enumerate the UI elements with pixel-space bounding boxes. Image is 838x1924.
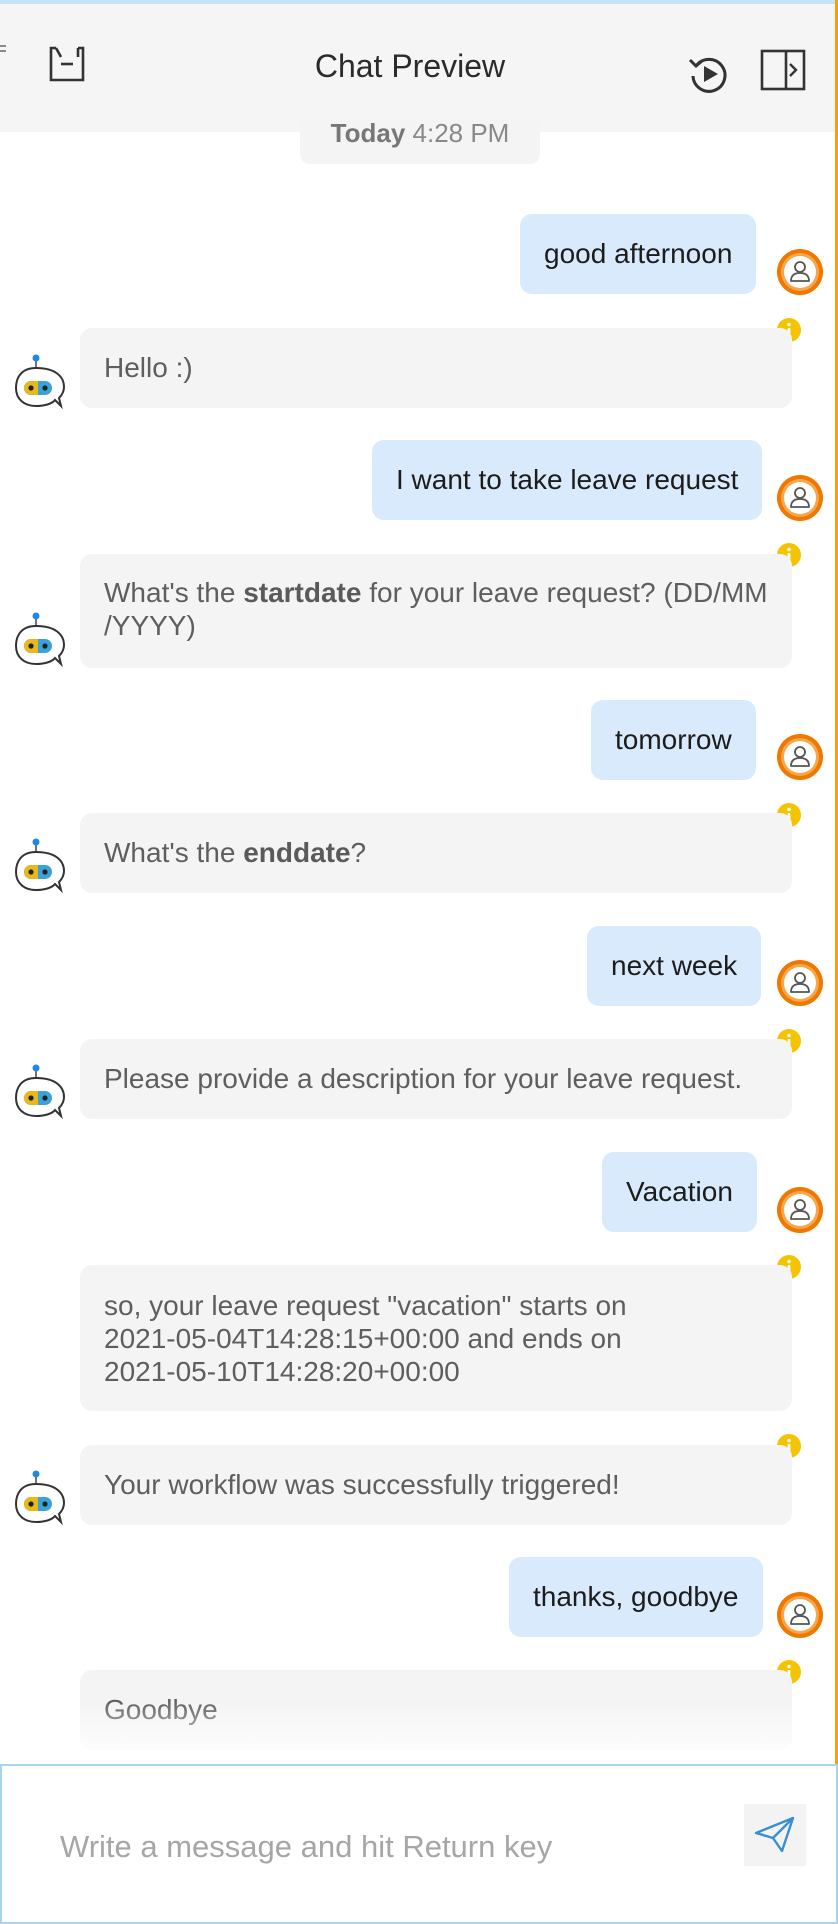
bot-avatar-icon — [14, 610, 66, 674]
message-text: What's the — [104, 837, 244, 868]
message-bold-text: enddate — [243, 837, 351, 868]
bot-avatar-icon — [14, 1468, 66, 1532]
send-icon — [754, 1816, 795, 1853]
user-message: I want to take leave request — [372, 440, 763, 520]
bot-message: What's the startdate for your leave requ… — [80, 554, 792, 668]
message-text: What's the — [104, 577, 244, 608]
collapse-panel-icon[interactable] — [760, 48, 806, 92]
message-composer — [0, 1764, 838, 1924]
bot-message: so, your leave request "vacation" starts… — [80, 1265, 792, 1411]
chat-header: Chat Preview — [0, 4, 835, 132]
user-avatar-icon — [775, 1590, 825, 1640]
message-text: ? — [350, 837, 367, 868]
user-message: thanks, goodbye — [509, 1557, 763, 1637]
user-avatar-icon — [775, 732, 825, 782]
bot-avatar-icon — [14, 1062, 66, 1126]
user-message: next week — [587, 926, 762, 1006]
bot-avatar-icon — [14, 836, 66, 900]
bot-message: Your workflow was successfully triggered… — [80, 1445, 792, 1525]
user-message: good afternoon — [520, 214, 757, 294]
user-message: tomorrow — [591, 700, 756, 780]
user-message: Vacation — [602, 1152, 757, 1232]
send-button[interactable] — [744, 1804, 806, 1866]
user-avatar-icon — [775, 473, 825, 523]
scroll-fade — [0, 1700, 835, 1764]
message-line: 2021-05-10T14:28:20+00:00 — [104, 1356, 460, 1387]
message-line: so, your leave request "vacation" starts… — [104, 1290, 627, 1321]
date-time: 4:28 PM — [412, 120, 510, 148]
user-avatar-icon — [775, 958, 825, 1008]
bot-avatar-icon — [14, 352, 66, 416]
message-bold-text: startdate — [243, 577, 362, 608]
bot-message: What's the enddate? — [80, 813, 792, 893]
user-avatar-icon — [775, 247, 825, 297]
bot-message: Hello :) — [80, 328, 792, 408]
message-line: 2021-05-04T14:28:15+00:00 and ends on — [104, 1323, 622, 1354]
message-input[interactable] — [58, 1806, 712, 1888]
user-avatar-icon — [775, 1185, 825, 1235]
bot-message: Please provide a description for your le… — [80, 1039, 792, 1119]
date-separator: Today 4:28 PM — [300, 120, 540, 164]
date-day: Today — [330, 120, 406, 148]
replay-icon[interactable] — [687, 52, 731, 96]
